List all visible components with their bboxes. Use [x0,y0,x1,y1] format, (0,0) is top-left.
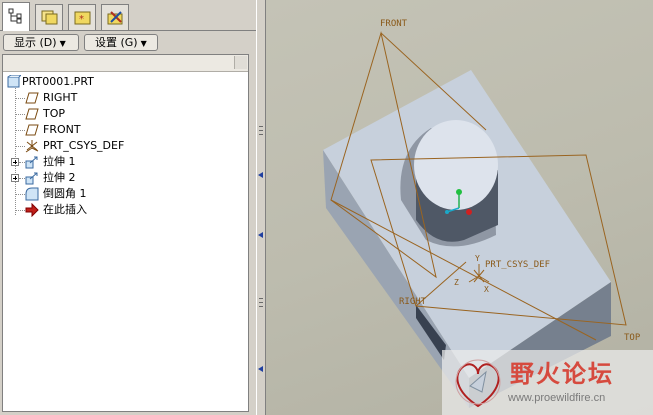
datum-plane-icon [25,92,39,104]
expand-toggle-icon[interactable] [11,174,19,182]
cylinder-top [414,120,498,210]
axis-y-label: Y [475,254,480,263]
tree-item-label: 拉伸 1 [43,155,76,168]
favorites-folder-icon: * [74,11,91,25]
forum-logo-icon [455,359,501,408]
extrude-icon [25,156,38,169]
display-menu-button[interactable]: 显示 (D) ▼ [3,34,79,51]
top-plane-label: TOP [624,333,641,343]
round-icon [25,187,39,201]
csys-label: PRT_CSYS_DEF [485,260,551,270]
watermark: 野火论坛 www.proewildfire.cn [442,350,653,415]
column-header-button[interactable] [234,56,247,69]
tree-item-front[interactable]: FRONT [3,122,243,138]
tree-item-top[interactable]: TOP [3,106,243,122]
model-tree[interactable]: PRT0001.PRT RIGHT TOP FRONT PRT_CSYS_DEF… [2,54,249,412]
svg-text:*: * [79,14,84,25]
navigator-tab-strip: * [0,0,256,31]
axis-z-label: Z [454,278,459,287]
panel-splitter[interactable] [256,0,266,415]
tree-item-label: 拉伸 2 [43,171,76,184]
tree-item-right[interactable]: RIGHT [3,90,243,106]
tree-root-part[interactable]: PRT0001.PRT [5,74,245,90]
model-tree-header [3,55,248,72]
folder-browser-icon [41,10,58,25]
tab-model-tree[interactable] [2,2,30,31]
tree-item-extrude-1[interactable]: 拉伸 1 [3,154,243,170]
tree-item-label: PRT_CSYS_DEF [43,139,125,152]
insert-here-arrow-icon [25,203,39,217]
tree-item-label: 在此插入 [43,203,87,216]
tree-item-round-1[interactable]: 倒圆角 1 [3,186,243,202]
datum-plane-icon [25,108,39,120]
collapse-left-icon[interactable] [258,366,263,372]
watermark-title: 野火论坛 [510,360,614,388]
connections-tools-icon [107,11,123,25]
tree-item-label: FRONT [43,123,81,136]
model-tree-toolbar: 显示 (D) ▼ 设置 (G) ▼ [0,32,256,54]
navigator-panel: * 显示 (D) ▼ 设置 (G) ▼ PRT0001.PRT RIGHT TO… [0,0,256,415]
tab-folder-browser[interactable] [35,4,63,30]
tree-item-label: 倒圆角 1 [43,187,87,200]
datum-plane-icon [25,124,39,136]
tree-item-csys[interactable]: PRT_CSYS_DEF [3,138,243,154]
tree-item-label: TOP [43,107,66,120]
model-tree-icon [8,8,22,24]
tree-item-extrude-2[interactable]: 拉伸 2 [3,170,243,186]
tree-root-label: PRT0001.PRT [22,75,94,88]
collapse-left-icon[interactable] [258,232,263,238]
axis-x-label: X [484,285,489,294]
part-icon [7,75,21,88]
tree-item-insert-here[interactable]: 在此插入 [3,202,243,218]
chevron-down-icon: ▼ [59,39,66,48]
extrude-icon [25,172,38,185]
tab-favorites[interactable]: * [68,4,96,30]
tree-item-label: RIGHT [43,91,78,104]
chevron-down-icon: ▼ [140,39,147,48]
display-menu-label: 显示 (D) [14,36,57,49]
settings-menu-label: 设置 (G) [95,36,138,49]
right-plane-label: RIGHT [399,297,427,307]
tab-connections[interactable] [101,4,129,30]
expand-toggle-icon[interactable] [11,158,19,166]
coordinate-system-icon [25,140,39,153]
front-plane-label: FRONT [380,19,408,29]
collapse-left-icon[interactable] [258,172,263,178]
watermark-url: www.proewildfire.cn [508,392,606,404]
settings-menu-button[interactable]: 设置 (G) ▼ [84,34,158,51]
